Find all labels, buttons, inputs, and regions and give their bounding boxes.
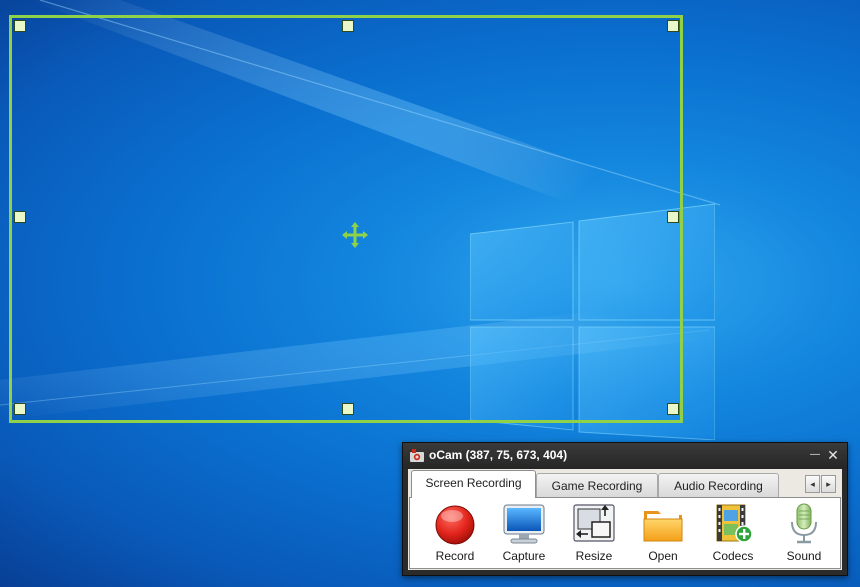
toolbar-panel: Record Capture Resize Open Codecs Sound — [409, 497, 841, 569]
open-label: Open — [648, 549, 678, 563]
folder-icon — [643, 511, 683, 542]
move-cross-icon[interactable] — [342, 222, 368, 248]
resize-handle-top-right[interactable] — [667, 20, 679, 32]
tab-screen-recording[interactable]: Screen Recording — [411, 470, 536, 498]
window-body: Screen Recording Game Recording Audio Re… — [408, 469, 842, 570]
capture-label: Capture — [502, 549, 546, 563]
record-button[interactable]: Record — [421, 500, 489, 566]
close-button[interactable]: ✕ — [825, 446, 841, 464]
open-button[interactable]: Open — [629, 500, 697, 566]
microphone-icon — [791, 503, 817, 544]
resize-label: Resize — [575, 549, 613, 563]
resize-icon — [573, 504, 615, 542]
codecs-button[interactable]: Codecs — [699, 500, 767, 566]
title-bar[interactable]: oCam (387, 75, 673, 404) — ✕ — [403, 443, 847, 469]
resize-handle-middle-left[interactable] — [14, 211, 26, 223]
tab-audio-recording[interactable]: Audio Recording — [658, 473, 779, 497]
record-label: Record — [435, 549, 475, 563]
tab-game-recording[interactable]: Game Recording — [536, 473, 658, 497]
resize-handle-bottom-right[interactable] — [667, 403, 679, 415]
ocam-app-icon — [410, 449, 424, 462]
tab-scroll-right-button[interactable]: ▸ — [821, 475, 836, 493]
resize-handle-bottom-center[interactable] — [342, 403, 354, 415]
record-icon — [435, 505, 475, 545]
sound-label: Sound — [786, 549, 822, 563]
monitor-icon — [503, 504, 545, 544]
ocam-window: oCam (387, 75, 673, 404) — ✕ Screen Reco… — [402, 442, 848, 576]
tab-scroll-left-button[interactable]: ◂ — [805, 475, 820, 493]
minimize-button[interactable]: — — [807, 446, 823, 464]
recording-area-frame[interactable] — [9, 15, 683, 423]
window-title: oCam (387, 75, 673, 404) — [429, 448, 568, 462]
film-plus-icon — [716, 504, 753, 543]
resize-handle-top-left[interactable] — [14, 20, 26, 32]
resize-button[interactable]: Resize — [560, 500, 628, 566]
resize-handle-top-center[interactable] — [342, 20, 354, 32]
resize-handle-middle-right[interactable] — [667, 211, 679, 223]
codecs-label: Codecs — [712, 549, 754, 563]
sound-button[interactable]: Sound — [770, 500, 838, 566]
resize-handle-bottom-left[interactable] — [14, 403, 26, 415]
capture-button[interactable]: Capture — [490, 500, 558, 566]
